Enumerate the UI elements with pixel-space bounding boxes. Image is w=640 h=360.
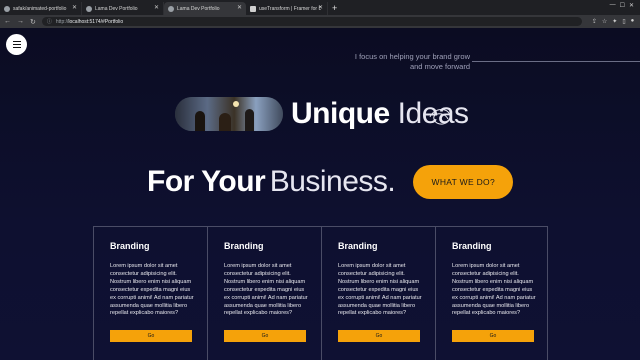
- service-card: Branding Lorem ipsum dolor sit amet cons…: [322, 227, 436, 360]
- browser-tab-active[interactable]: Lama Dev Portfolio ✕: [164, 2, 246, 15]
- card-body: Lorem ipsum dolor sit amet consectetur a…: [110, 263, 194, 317]
- forward-arrow-icon[interactable]: →: [17, 18, 24, 25]
- card-body: Lorem ipsum dolor sit amet consectetur a…: [224, 263, 308, 317]
- hero-image: [175, 97, 283, 131]
- star-icon[interactable]: ☆: [602, 18, 607, 25]
- hero-title-row-1: Unique Ideas: [175, 97, 469, 131]
- scribble-icon: [429, 109, 451, 125]
- card-go-button[interactable]: Go: [452, 330, 534, 342]
- framer-icon: [250, 5, 256, 12]
- focus-text: I focus on helping your brand grow and m…: [354, 52, 470, 71]
- new-tab-button[interactable]: +: [332, 2, 337, 15]
- tab-label: Lama Dev Portfolio: [177, 5, 220, 12]
- card-title: Branding: [110, 241, 150, 251]
- browser-address-bar: ← → ↻ ⓘ http://localhost:5174/#Portfolio…: [0, 15, 640, 28]
- tab-label: safak/animated-portfolio: [13, 5, 67, 12]
- menu-icon-line: [12, 47, 21, 49]
- share-icon[interactable]: ⇪: [592, 18, 597, 25]
- profile-icon[interactable]: ●: [631, 18, 635, 25]
- menu-icon-line: [12, 43, 21, 46]
- minimize-icon[interactable]: —: [610, 2, 616, 9]
- hero-word-for-your: For Your: [147, 165, 266, 198]
- hero-word-business: Business.: [269, 165, 396, 198]
- divider-line: [472, 61, 640, 62]
- reload-icon[interactable]: ↻: [30, 18, 36, 26]
- card-title: Branding: [338, 241, 378, 251]
- close-tab-icon[interactable]: ✕: [72, 4, 77, 11]
- github-icon: [4, 5, 10, 12]
- hero-line-2: For Your Business.: [147, 165, 396, 199]
- card-body: Lorem ipsum dolor sit amet consectetur a…: [452, 263, 536, 317]
- hero-word-unique: Unique: [291, 97, 390, 130]
- globe-icon: [86, 5, 92, 12]
- page: I focus on helping your brand grow and m…: [0, 28, 640, 360]
- browser-tab[interactable]: Lama Dev Portfolio ✕: [82, 2, 164, 15]
- what-we-do-button[interactable]: WHAT WE DO?: [413, 165, 514, 199]
- close-tab-icon[interactable]: ✕: [318, 4, 323, 11]
- tab-label: Lama Dev Portfolio: [95, 5, 138, 12]
- sidepanel-icon[interactable]: ▯: [622, 18, 625, 25]
- service-card: Branding Lorem ipsum dolor sit amet cons…: [94, 227, 208, 360]
- close-window-icon[interactable]: ✕: [629, 2, 634, 9]
- globe-icon: [168, 5, 174, 12]
- close-tab-icon[interactable]: ✕: [237, 4, 242, 11]
- card-go-button[interactable]: Go: [224, 330, 306, 342]
- services-cards: Branding Lorem ipsum dolor sit amet cons…: [93, 226, 548, 360]
- browser-tab[interactable]: useTransform | Framer for Dev ✕: [246, 2, 328, 15]
- extensions-icon[interactable]: ✦: [612, 18, 617, 25]
- menu-icon-line: [12, 40, 21, 42]
- hero-word-ideas-wrap: Ideas: [398, 97, 469, 131]
- card-go-button[interactable]: Go: [110, 330, 192, 342]
- url-input[interactable]: ⓘ http://localhost:5174/#Portfolio: [41, 17, 582, 26]
- browser-tab-bar: safak/animated-portfolio ✕ Lama Dev Port…: [0, 0, 640, 15]
- card-go-button[interactable]: Go: [338, 330, 420, 342]
- url-prefix: http://: [55, 18, 69, 25]
- maximize-icon[interactable]: ☐: [620, 2, 625, 9]
- card-title: Branding: [452, 241, 492, 251]
- card-title: Branding: [224, 241, 264, 251]
- window-controls: — ☐ ✕: [610, 2, 634, 9]
- close-tab-icon[interactable]: ✕: [154, 4, 159, 11]
- extension-icons: ⇪ ☆ ✦ ▯ ● ⋮: [592, 18, 640, 25]
- service-card: Branding Lorem ipsum dolor sit amet cons…: [208, 227, 322, 360]
- card-body: Lorem ipsum dolor sit amet consectetur a…: [338, 263, 422, 317]
- info-icon[interactable]: ⓘ: [47, 18, 52, 25]
- menu-button[interactable]: [6, 34, 27, 55]
- tab-label: useTransform | Framer for Dev: [259, 5, 321, 12]
- service-card: Branding Lorem ipsum dolor sit amet cons…: [436, 227, 550, 360]
- url-text: localhost:5174/#Portfolio: [68, 18, 124, 25]
- browser-tab[interactable]: safak/animated-portfolio ✕: [0, 2, 82, 15]
- hero-title-row-2: For Your Business. WHAT WE DO?: [147, 165, 514, 199]
- back-arrow-icon[interactable]: ←: [4, 18, 11, 25]
